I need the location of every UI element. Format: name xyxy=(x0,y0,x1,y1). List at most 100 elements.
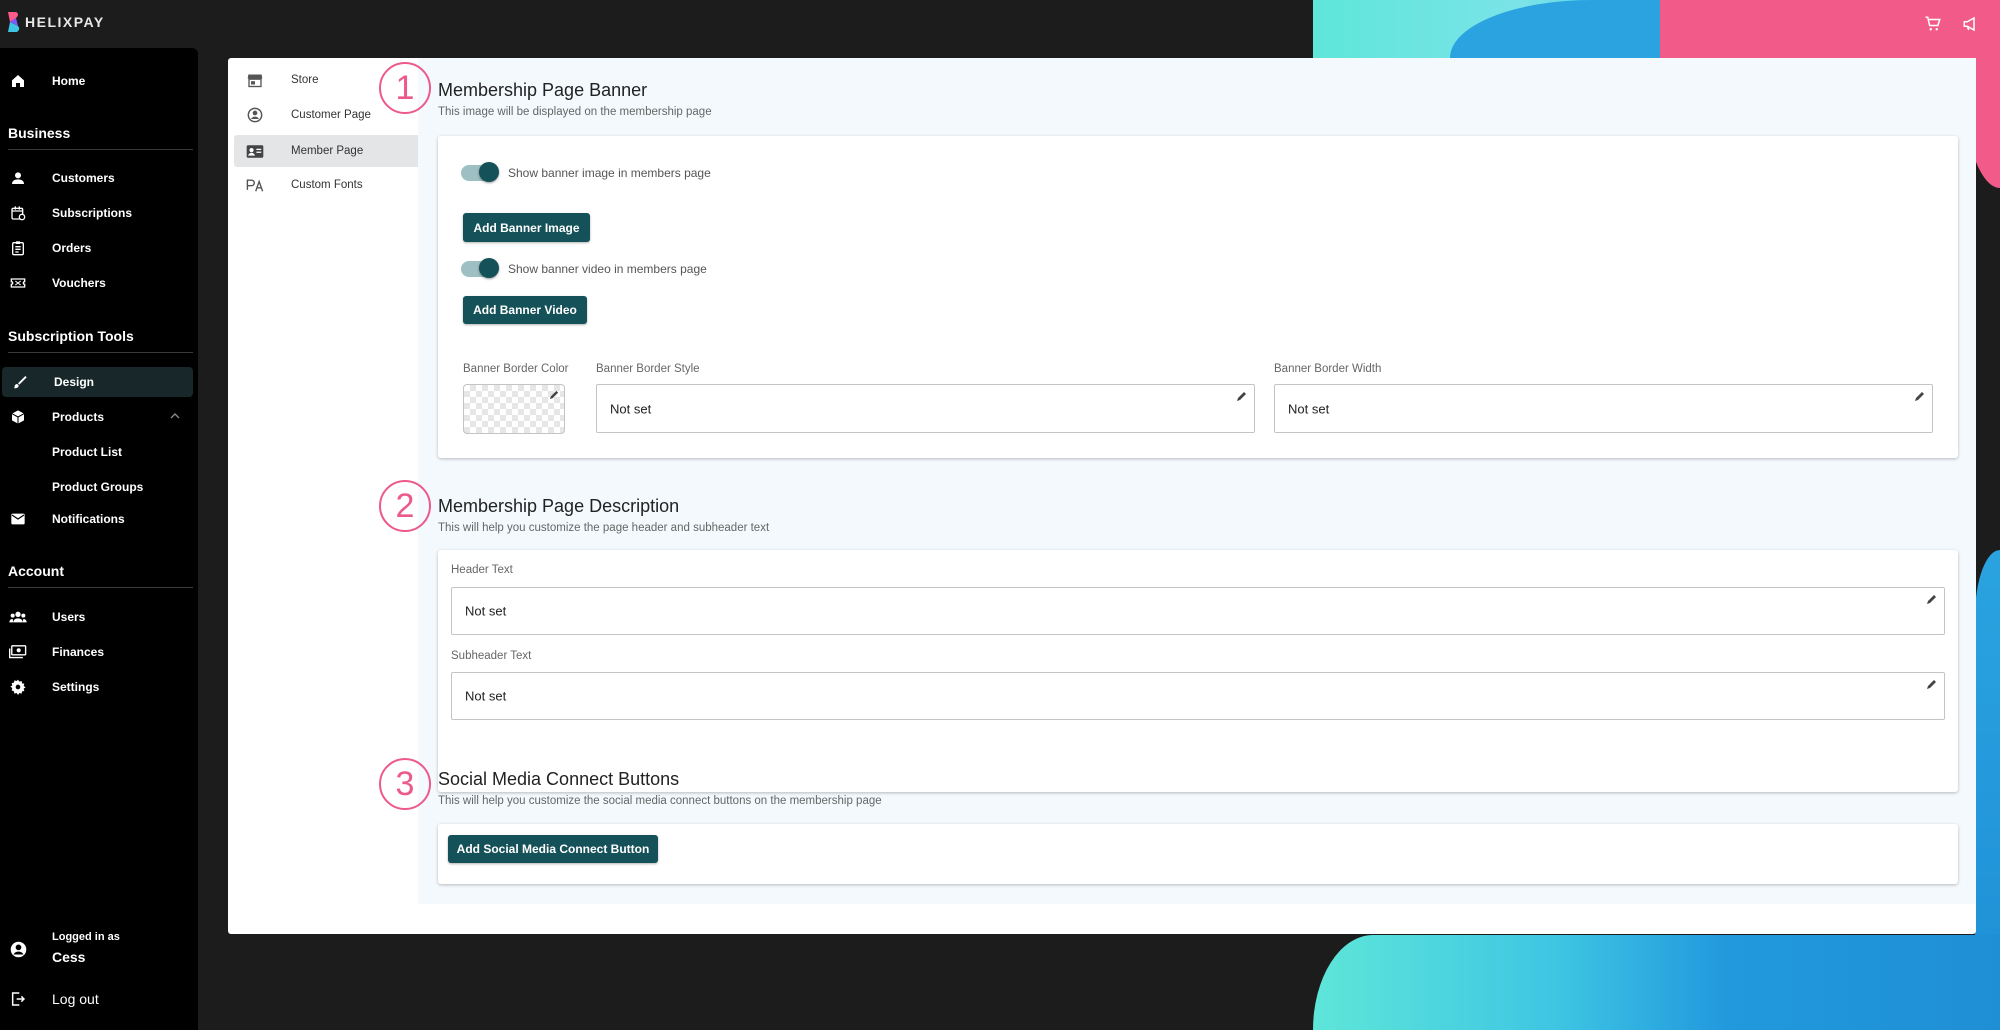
ticket-icon xyxy=(8,273,28,293)
sidebar-item-label: Settings xyxy=(52,680,100,694)
show-banner-image-label: Show banner image in members page xyxy=(508,166,711,180)
annotation-marker-2: 2 xyxy=(379,480,431,532)
cart-icon[interactable] xyxy=(1922,13,1944,35)
subnav-item-label: Store xyxy=(291,74,319,86)
description-section-title: Membership Page Description xyxy=(438,496,680,516)
subnav-item-member-page[interactable]: Member Page xyxy=(234,135,440,167)
brush-icon xyxy=(10,372,30,392)
logout-button[interactable]: Log out xyxy=(0,984,193,1014)
sidebar-item-notifications[interactable]: Notifications xyxy=(0,504,193,534)
header-text-label: Header Text xyxy=(451,564,513,576)
box-icon xyxy=(8,407,28,427)
username: Cess xyxy=(52,949,86,965)
border-color-label: Banner Border Color xyxy=(463,363,569,375)
pencil-icon[interactable] xyxy=(1914,390,1926,402)
add-banner-video-button[interactable]: Add Banner Video xyxy=(463,296,587,324)
sidebar-item-orders[interactable]: Orders xyxy=(0,233,193,263)
subnav-item-custom-fonts[interactable]: Custom Fonts xyxy=(234,169,440,201)
id-card-icon xyxy=(246,142,264,160)
annotation-marker-1: 1 xyxy=(379,62,431,114)
pencil-icon[interactable] xyxy=(1926,678,1938,690)
sidebar-item-label: Notifications xyxy=(52,512,125,526)
divider xyxy=(8,352,193,353)
border-color-picker[interactable] xyxy=(463,384,565,434)
header-text-field[interactable]: Not set xyxy=(451,587,1945,635)
show-banner-video-toggle[interactable] xyxy=(461,258,499,278)
border-width-value: Not set xyxy=(1288,401,1330,416)
sidebar-item-vouchers[interactable]: Vouchers xyxy=(0,268,193,298)
subheader-text-value: Not set xyxy=(465,688,507,704)
banner-section-title: Membership Page Banner xyxy=(438,80,648,100)
sidebar-item-label: Customers xyxy=(52,171,115,185)
sidebar: Home Business Customers Subscriptions Or… xyxy=(0,48,198,1030)
annotation-marker-3: 3 xyxy=(379,758,431,810)
pencil-icon[interactable] xyxy=(1236,390,1248,402)
border-style-field[interactable]: Not set xyxy=(596,384,1255,433)
section-heading-subscription-tools: Subscription Tools xyxy=(8,328,134,344)
border-style-value: Not set xyxy=(610,401,652,416)
cash-icon xyxy=(8,642,28,662)
background-decoration xyxy=(1313,935,2000,1030)
sidebar-item-product-list[interactable]: Product List xyxy=(0,437,193,467)
description-settings-panel: Header Text Not set Subheader Text Not s… xyxy=(438,550,1958,792)
section-heading-business: Business xyxy=(8,125,71,141)
sidebar-item-design[interactable]: Design xyxy=(2,367,193,397)
subheader-text-label: Subheader Text xyxy=(451,650,532,662)
pencil-icon[interactable] xyxy=(1926,593,1938,605)
subnav-item-label: Custom Fonts xyxy=(291,179,363,191)
sidebar-item-product-groups[interactable]: Product Groups xyxy=(0,472,193,502)
border-width-label: Banner Border Width xyxy=(1274,363,1382,375)
show-banner-image-toggle[interactable] xyxy=(461,162,499,182)
sidebar-item-users[interactable]: Users xyxy=(0,602,193,632)
sidebar-item-home[interactable]: Home xyxy=(0,66,193,96)
section-heading-account: Account xyxy=(8,563,64,579)
mail-icon xyxy=(8,509,28,529)
divider xyxy=(8,587,193,588)
social-settings-panel: Add Social Media Connect Button xyxy=(438,824,1958,884)
member-page-settings: 1 2 3 Membership Page Banner This image … xyxy=(379,58,1976,904)
sidebar-item-label: Vouchers xyxy=(52,276,106,290)
sidebar-item-settings[interactable]: Settings xyxy=(0,672,193,702)
logged-in-user: Logged in as Cess xyxy=(0,928,193,970)
gear-icon xyxy=(8,677,28,697)
sidebar-item-label: Home xyxy=(52,74,86,88)
sidebar-item-label: Users xyxy=(52,610,86,624)
top-bar-actions xyxy=(1922,13,1982,35)
account-circle-icon xyxy=(246,106,264,124)
header-text-value: Not set xyxy=(465,603,507,619)
clipboard-icon xyxy=(8,238,28,258)
megaphone-icon[interactable] xyxy=(1960,13,1982,35)
person-icon xyxy=(8,168,28,188)
social-section-description: This will help you customize the social … xyxy=(438,795,882,807)
show-banner-video-label: Show banner video in members page xyxy=(508,262,707,276)
subheader-text-field[interactable]: Not set xyxy=(451,672,1945,720)
description-section-description: This will help you customize the page he… xyxy=(438,522,770,534)
sidebar-item-customers[interactable]: Customers xyxy=(0,163,193,193)
border-style-label: Banner Border Style xyxy=(596,363,700,375)
sidebar-item-label: Orders xyxy=(52,241,92,255)
chevron-up-icon xyxy=(170,408,180,426)
sidebar-item-finances[interactable]: Finances xyxy=(0,637,193,667)
logout-icon xyxy=(8,989,28,1009)
group-icon xyxy=(8,607,28,627)
sidebar-item-label: Design xyxy=(54,375,95,389)
sidebar-item-subscriptions[interactable]: Subscriptions xyxy=(0,198,193,228)
subnav-item-label: Member Page xyxy=(291,145,364,157)
add-social-media-button[interactable]: Add Social Media Connect Button xyxy=(448,835,658,863)
pencil-icon xyxy=(549,390,559,400)
helixpay-logo-icon xyxy=(8,12,20,32)
sidebar-item-products[interactable]: Products xyxy=(0,402,193,432)
subnav-item-label: Customer Page xyxy=(291,109,371,121)
app-logo[interactable]: HELIXPAY xyxy=(6,11,105,33)
logged-in-label: Logged in as xyxy=(52,931,120,943)
main-content-card: Store Customer Page Member Page Custom F… xyxy=(228,58,1976,934)
font-icon xyxy=(246,176,264,194)
sidebar-item-label: Products xyxy=(52,410,105,424)
add-banner-image-button[interactable]: Add Banner Image xyxy=(463,213,590,242)
calendar-sync-icon xyxy=(8,203,28,223)
account-circle-icon xyxy=(8,939,28,959)
store-icon xyxy=(246,71,264,89)
sidebar-item-label: Product List xyxy=(52,445,123,459)
border-width-field[interactable]: Not set xyxy=(1274,384,1933,433)
sidebar-item-label: Product Groups xyxy=(52,480,144,494)
